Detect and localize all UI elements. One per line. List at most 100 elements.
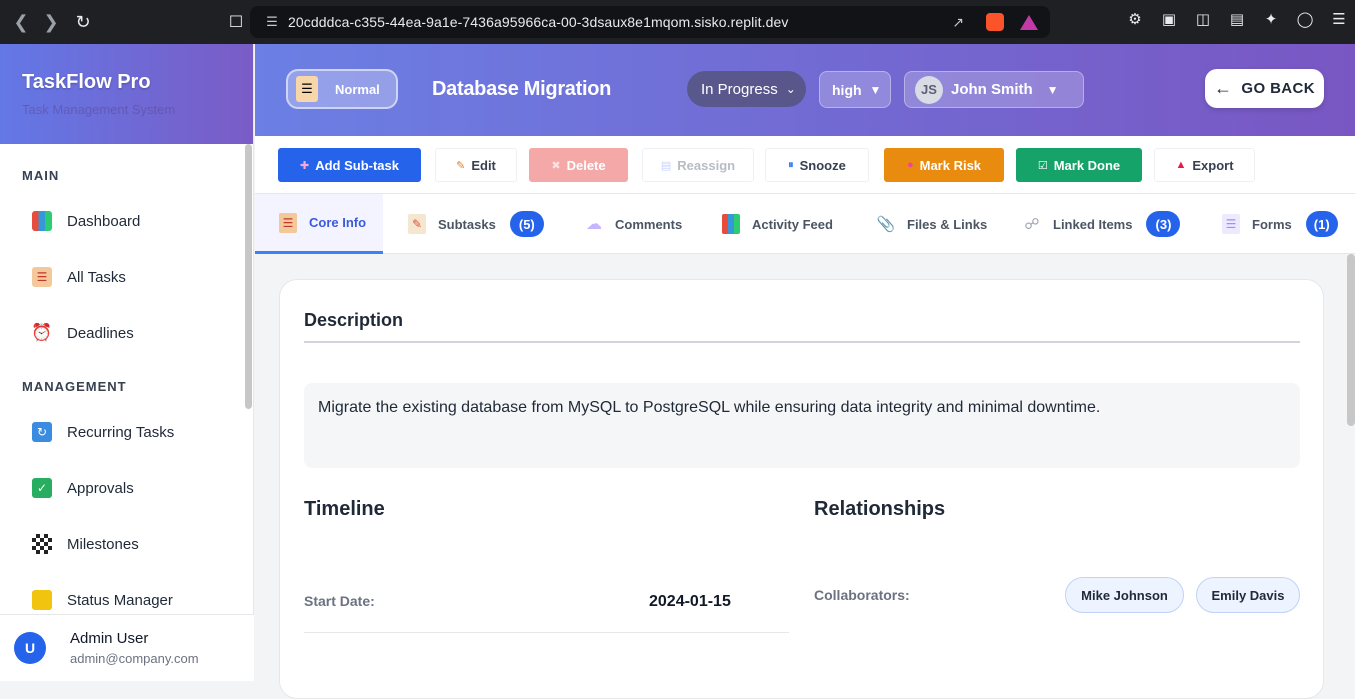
priority-pill-label: Normal: [335, 81, 380, 97]
tab-label: Linked Items: [1053, 216, 1133, 232]
tab-core-info[interactable]: ☰ Core Info: [255, 194, 383, 254]
page-title: Database Migration: [432, 78, 612, 100]
tab-label: Comments: [615, 216, 683, 232]
address-bar[interactable]: ☰ 20cdddca-c355-44ea-9a1e-7436a95966ca-0…: [250, 6, 1050, 38]
tab-activity-feed[interactable]: Activity Feed: [722, 194, 833, 254]
assignee-avatar: JS: [915, 75, 943, 104]
clipboard-icon: ☰: [32, 267, 52, 287]
back-icon[interactable]: ❮: [6, 7, 36, 37]
rewards-icon[interactable]: [1020, 14, 1038, 30]
clipboard-icon: ☰: [279, 212, 297, 233]
timeline-heading: Timeline: [304, 498, 385, 520]
sidebar-item-label: Dashboard: [67, 212, 141, 230]
avatar: U: [14, 632, 46, 664]
alarm-clock-icon: ⏰: [31, 323, 53, 343]
tab-comments[interactable]: ☁ Comments: [585, 194, 682, 254]
core-info-card: Description Migrate the existing databas…: [279, 279, 1324, 699]
reload-icon[interactable]: ↻: [68, 7, 98, 37]
export-button[interactable]: ▲ Export: [1154, 148, 1255, 182]
status-select[interactable]: In Progress ⌄: [687, 71, 806, 107]
brave-shield-icon[interactable]: [986, 13, 1004, 31]
assignee-select[interactable]: JS John Smith ▼: [904, 71, 1084, 108]
reassign-label: Reassign: [677, 157, 736, 173]
divider: [304, 632, 789, 633]
pencil-icon: ✎: [456, 159, 466, 172]
checkered-flag-icon: [32, 534, 52, 554]
brand-title: TaskFlow Pro: [22, 71, 151, 93]
relationships-heading: Relationships: [814, 498, 946, 520]
extensions-icon[interactable]: ⚙: [1125, 10, 1145, 28]
sidebar-item-label: Deadlines: [67, 324, 134, 342]
go-back-button[interactable]: ← GO BACK: [1205, 69, 1324, 108]
mark-done-label: Mark Done: [1053, 157, 1121, 173]
menu-icon[interactable]: ☰: [1329, 10, 1349, 28]
delete-button[interactable]: ✖ Delete: [529, 148, 628, 182]
page-scrollbar[interactable]: [1347, 254, 1355, 426]
edit-label: Edit: [471, 157, 496, 173]
section-main-label: MAIN: [22, 168, 60, 183]
start-date-value: 2024-01-15: [649, 593, 731, 610]
screenshot-icon[interactable]: ▣: [1159, 10, 1179, 28]
linked-items-count-badge: (3): [1146, 211, 1181, 237]
sidebar-scrollbar[interactable]: [245, 144, 252, 409]
bookmark-icon[interactable]: ☐: [226, 12, 246, 32]
wallet-icon[interactable]: ▤: [1227, 10, 1247, 28]
collaborator-chip[interactable]: Emily Davis: [1196, 577, 1300, 613]
bar-chart-icon: [722, 214, 740, 234]
divider: [304, 341, 1300, 343]
sidebar-item-label: Recurring Tasks: [67, 423, 175, 441]
clipboard-icon: ☰: [296, 76, 318, 102]
export-label: Export: [1192, 157, 1234, 173]
sidebar-item-label: Milestones: [67, 535, 139, 553]
user-email: admin@company.com: [70, 651, 199, 666]
sidebar-item-label: All Tasks: [67, 268, 126, 286]
export-icon: ▲: [1175, 159, 1187, 171]
sidebar: TaskFlow Pro Task Management System MAIN…: [0, 44, 254, 681]
paperclip-icon: 📎: [876, 216, 896, 233]
chevron-down-icon: ⌄: [785, 82, 796, 96]
sidebar-item-all-tasks[interactable]: ☰ All Tasks: [0, 249, 253, 305]
reassign-button[interactable]: ▤ Reassign: [642, 148, 754, 182]
sidebar-item-deadlines[interactable]: ⏰ Deadlines: [0, 305, 253, 361]
tab-files-links[interactable]: 📎 Files & Links: [876, 194, 988, 254]
brand-subtitle: Task Management System: [22, 102, 176, 117]
sidebar-toggle-icon[interactable]: ◫: [1193, 10, 1213, 28]
tab-subtasks[interactable]: ✎ Subtasks (5): [408, 194, 544, 254]
user-profile[interactable]: U Admin User admin@company.com: [0, 614, 254, 681]
bar-chart-icon: [32, 211, 52, 231]
collaborator-chip[interactable]: Mike Johnson: [1065, 577, 1184, 613]
share-icon[interactable]: ↗: [952, 14, 964, 31]
sidebar-item-approvals[interactable]: ✓ Approvals: [0, 460, 253, 516]
document-icon: ☰: [1222, 214, 1240, 234]
tab-label: Forms: [1252, 216, 1292, 232]
sidebar-item-label: Status Manager: [67, 591, 173, 609]
url-text[interactable]: 20cdddca-c355-44ea-9a1e-7436a95966ca-00-…: [288, 14, 788, 30]
forward-icon[interactable]: ❯: [36, 7, 66, 37]
description-heading: Description: [304, 310, 404, 330]
tab-forms[interactable]: ☰ Forms (1): [1222, 194, 1338, 254]
task-header: ☰ Normal Database Migration In Progress …: [255, 44, 1355, 136]
tab-linked-items[interactable]: ☍ Linked Items (3): [1023, 194, 1181, 254]
memo-icon: ✎: [408, 214, 426, 234]
assignee-name: John Smith: [951, 81, 1033, 98]
edit-button[interactable]: ✎ Edit: [435, 148, 517, 182]
priority-select[interactable]: high ▼: [819, 71, 891, 108]
arrow-left-icon: ←: [1213, 78, 1233, 98]
trash-icon: ✖: [551, 159, 561, 172]
delete-label: Delete: [566, 157, 606, 173]
sidebar-item-milestones[interactable]: Milestones: [0, 516, 253, 572]
leo-ai-icon[interactable]: ✦: [1261, 10, 1281, 28]
mark-risk-label: Mark Risk: [919, 157, 982, 173]
chevron-down-icon: ▼: [1046, 82, 1059, 97]
speech-bubble-icon: ☁: [586, 216, 602, 233]
mark-done-button[interactable]: ☑ Mark Done: [1016, 148, 1142, 182]
vpn-icon[interactable]: ◯: [1295, 10, 1315, 28]
sidebar-item-recurring-tasks[interactable]: ↻ Recurring Tasks: [0, 404, 253, 460]
snooze-button[interactable]: ⏸ Snooze: [765, 148, 869, 182]
pause-icon: ⏸: [788, 158, 794, 171]
site-settings-icon[interactable]: ☰: [256, 14, 288, 30]
sidebar-item-dashboard[interactable]: Dashboard: [0, 193, 253, 249]
snooze-label: Snooze: [799, 157, 846, 173]
mark-risk-button[interactable]: ● Mark Risk: [884, 148, 1004, 182]
add-subtask-button[interactable]: ✚ Add Sub-task: [278, 148, 421, 182]
